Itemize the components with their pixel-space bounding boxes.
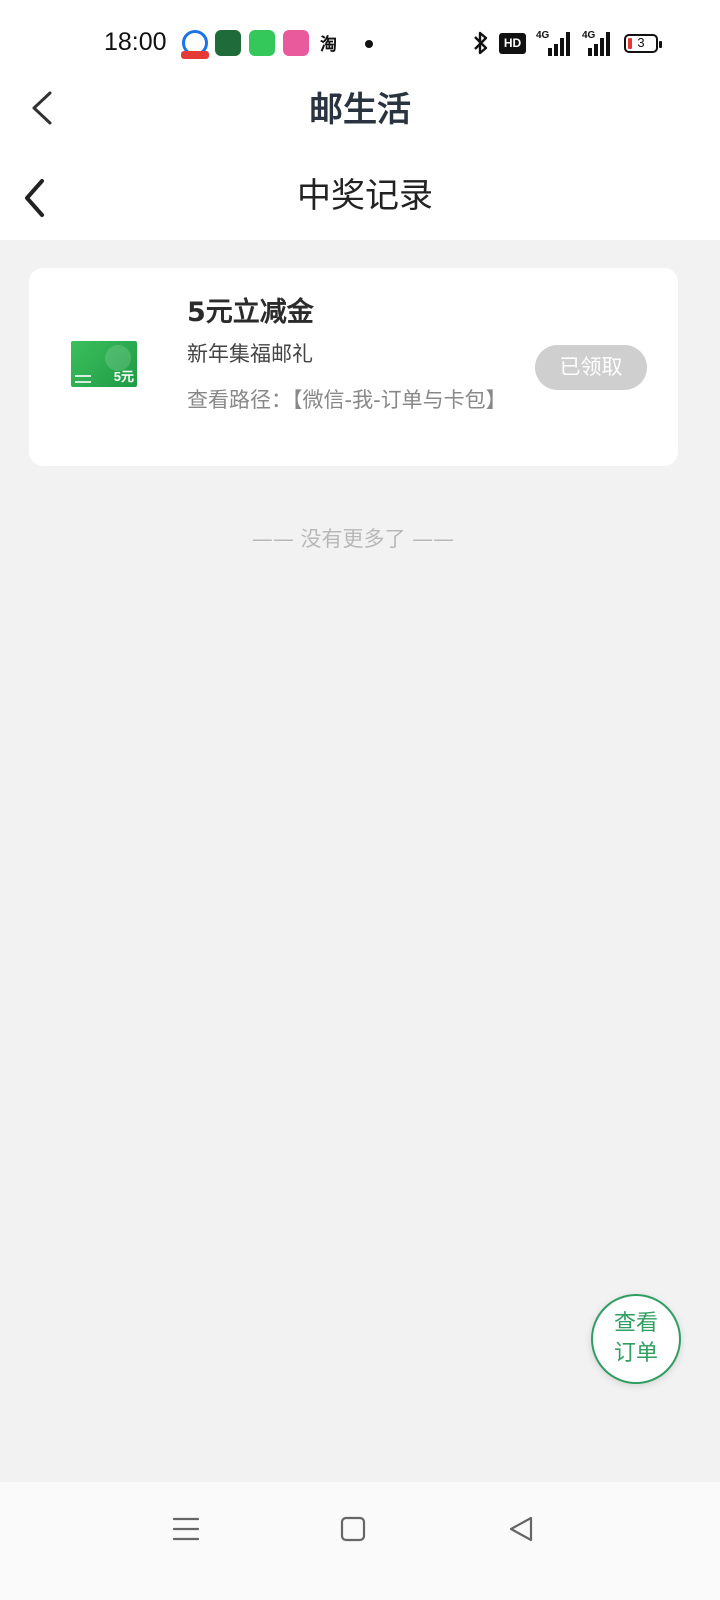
battery-level: 3	[637, 35, 645, 50]
menu-icon	[172, 1517, 200, 1541]
oppo-app-notification-icon	[215, 30, 241, 56]
taobao-notification-icon: 淘	[320, 35, 337, 55]
system-navigation-bar	[0, 1482, 720, 1600]
bank-app-notification-icon	[181, 30, 209, 59]
app-header: 邮生活	[0, 90, 720, 150]
page: 18:00 淘 HD 4G 4G 3 邮生活 中奖记录 5元 5元立减金 新年集…	[0, 0, 720, 1600]
prize-view-path: 查看路径：【微信-我-订单与卡包】	[187, 388, 507, 412]
recent-apps-button[interactable]	[165, 1509, 205, 1549]
more-notifications-dot-icon	[365, 40, 373, 48]
hd-voice-icon: HD	[499, 33, 526, 54]
page-header: 中奖记录	[0, 150, 720, 240]
status-time: 18:00	[104, 28, 167, 56]
page-title: 中奖记录	[297, 176, 433, 216]
battery-icon: 3	[624, 34, 662, 53]
home-button[interactable]	[333, 1509, 373, 1549]
cellular-signal-1-icon: 4G	[536, 30, 570, 56]
view-orders-label-line1: 查看	[613, 1311, 658, 1336]
view-orders-button[interactable]: 查看 订单	[591, 1294, 681, 1384]
shopping-app-notification-icon	[283, 30, 309, 56]
claimed-status-button[interactable]: 已领取	[535, 345, 647, 390]
triangle-back-icon	[509, 1516, 533, 1542]
list-end-text: —— 没有更多了 ——	[251, 527, 455, 551]
system-back-button[interactable]	[502, 1509, 542, 1549]
view-orders-label-line2: 订单	[613, 1341, 658, 1366]
app-title: 邮生活	[309, 90, 411, 130]
cellular-signal-2-icon: 4G	[576, 30, 610, 56]
status-bar: 18:00 淘 HD 4G 4G 3	[0, 0, 720, 90]
bluetooth-icon	[472, 30, 490, 62]
message-notification-icon	[249, 30, 275, 56]
square-home-icon	[340, 1516, 366, 1542]
coupon-thumbnail: 5元	[71, 341, 137, 387]
prize-record-card[interactable]: 5元 5元立减金 新年集福邮礼 查看路径：【微信-我-订单与卡包】 已领取	[29, 268, 678, 466]
logo-mark-icon	[75, 375, 91, 383]
prize-title: 5元立减金	[187, 297, 314, 328]
coupon-amount: 5元	[113, 369, 134, 384]
prize-subtitle: 新年集福邮礼	[187, 342, 313, 366]
